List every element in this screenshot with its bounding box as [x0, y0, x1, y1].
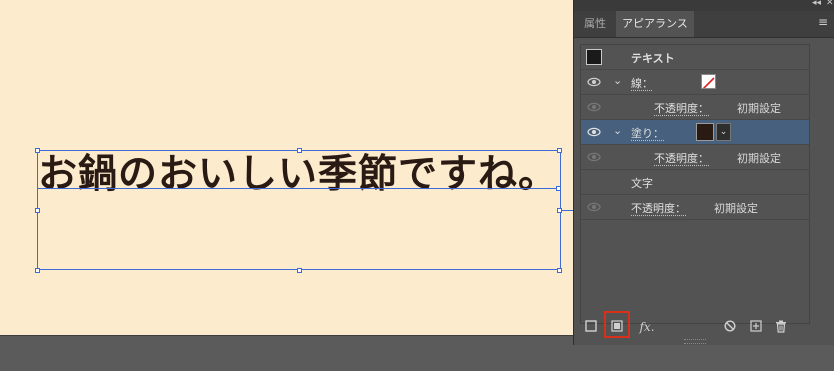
handle-bottom-left[interactable] — [35, 268, 40, 273]
fill-row[interactable]: ⌄ 塗り： ⌄ — [581, 120, 809, 145]
appearance-panel: ◂◂ ✕ 属性 アピアランス ≡ テキスト ⌄ 線： 不透明度： 初期設定 ⌄ … — [573, 0, 834, 345]
stroke-label[interactable]: 線： — [631, 75, 653, 91]
highlight-annotation-box — [604, 311, 630, 338]
clear-appearance-icon[interactable] — [723, 320, 737, 334]
character-opacity-value: 初期設定 — [714, 202, 758, 215]
artboard-canvas[interactable]: お鍋のおいしい季節ですね。 — [0, 0, 573, 335]
tab-attributes[interactable]: 属性 — [578, 11, 612, 37]
stroke-opacity-label[interactable]: 不透明度： — [654, 100, 709, 116]
chevron-down-icon[interactable]: ⌄ — [613, 124, 622, 137]
handle-top-right[interactable] — [557, 148, 562, 153]
eye-icon[interactable] — [587, 126, 601, 138]
stroke-opacity-row[interactable]: 不透明度： 初期設定 — [581, 95, 809, 120]
panel-titlebar[interactable]: ◂◂ ✕ — [574, 0, 834, 11]
fill-color-swatch[interactable] — [696, 123, 714, 141]
fill-opacity-value: 初期設定 — [737, 152, 781, 165]
eye-icon[interactable] — [587, 76, 601, 88]
handle-baseline-right[interactable] — [556, 186, 561, 191]
handle-bottom-right[interactable] — [557, 268, 562, 273]
panel-menu-icon[interactable]: ≡ — [818, 15, 829, 29]
add-new-stroke-icon[interactable] — [584, 320, 598, 334]
eye-icon[interactable] — [587, 101, 601, 113]
text-baseline — [37, 188, 561, 189]
eye-icon[interactable] — [587, 151, 601, 163]
collapse-panel-icon[interactable]: ◂◂ — [812, 0, 821, 8]
character-opacity-row[interactable]: 不透明度： 初期設定 — [581, 195, 809, 220]
add-new-effect-icon[interactable]: fx. — [636, 320, 658, 334]
appearance-list: テキスト ⌄ 線： 不透明度： 初期設定 ⌄ 塗り： ⌄ 不透明度： 初期設定 … — [580, 44, 810, 324]
duplicate-item-icon[interactable] — [749, 320, 763, 334]
handle-middle-left[interactable] — [35, 208, 40, 213]
character-opacity-label[interactable]: 不透明度： — [631, 200, 686, 216]
fill-opacity-label[interactable]: 不透明度： — [654, 150, 709, 166]
fill-dropdown-arrow[interactable]: ⌄ — [716, 123, 731, 141]
eye-icon[interactable] — [587, 201, 601, 213]
stroke-row[interactable]: ⌄ 線： — [581, 70, 809, 95]
stroke-opacity-value: 初期設定 — [737, 102, 781, 115]
delete-item-icon[interactable] — [774, 320, 788, 334]
handle-top-center[interactable] — [297, 148, 302, 153]
panel-resize-grip[interactable] — [684, 339, 706, 344]
stroke-none-swatch[interactable] — [701, 74, 716, 89]
object-type-label: テキスト — [631, 52, 675, 65]
character-row[interactable]: 文字 — [581, 170, 809, 195]
selection-edge-line — [561, 210, 573, 211]
close-panel-icon[interactable]: ✕ — [826, 0, 834, 8]
handle-top-left[interactable] — [35, 148, 40, 153]
tab-appearance[interactable]: アピアランス — [616, 11, 694, 37]
chevron-down-icon[interactable]: ⌄ — [613, 74, 622, 87]
selection-bounding-box[interactable] — [37, 150, 561, 270]
object-thumbnail — [586, 49, 602, 65]
appearance-header-row[interactable]: テキスト — [581, 45, 809, 70]
fill-opacity-row[interactable]: 不透明度： 初期設定 — [581, 145, 809, 170]
character-label: 文字 — [631, 177, 653, 190]
handle-bottom-center[interactable] — [297, 268, 302, 273]
panel-tabs: 属性 アピアランス ≡ — [574, 11, 834, 38]
workspace-background — [0, 335, 573, 371]
fill-label[interactable]: 塗り： — [631, 125, 664, 141]
